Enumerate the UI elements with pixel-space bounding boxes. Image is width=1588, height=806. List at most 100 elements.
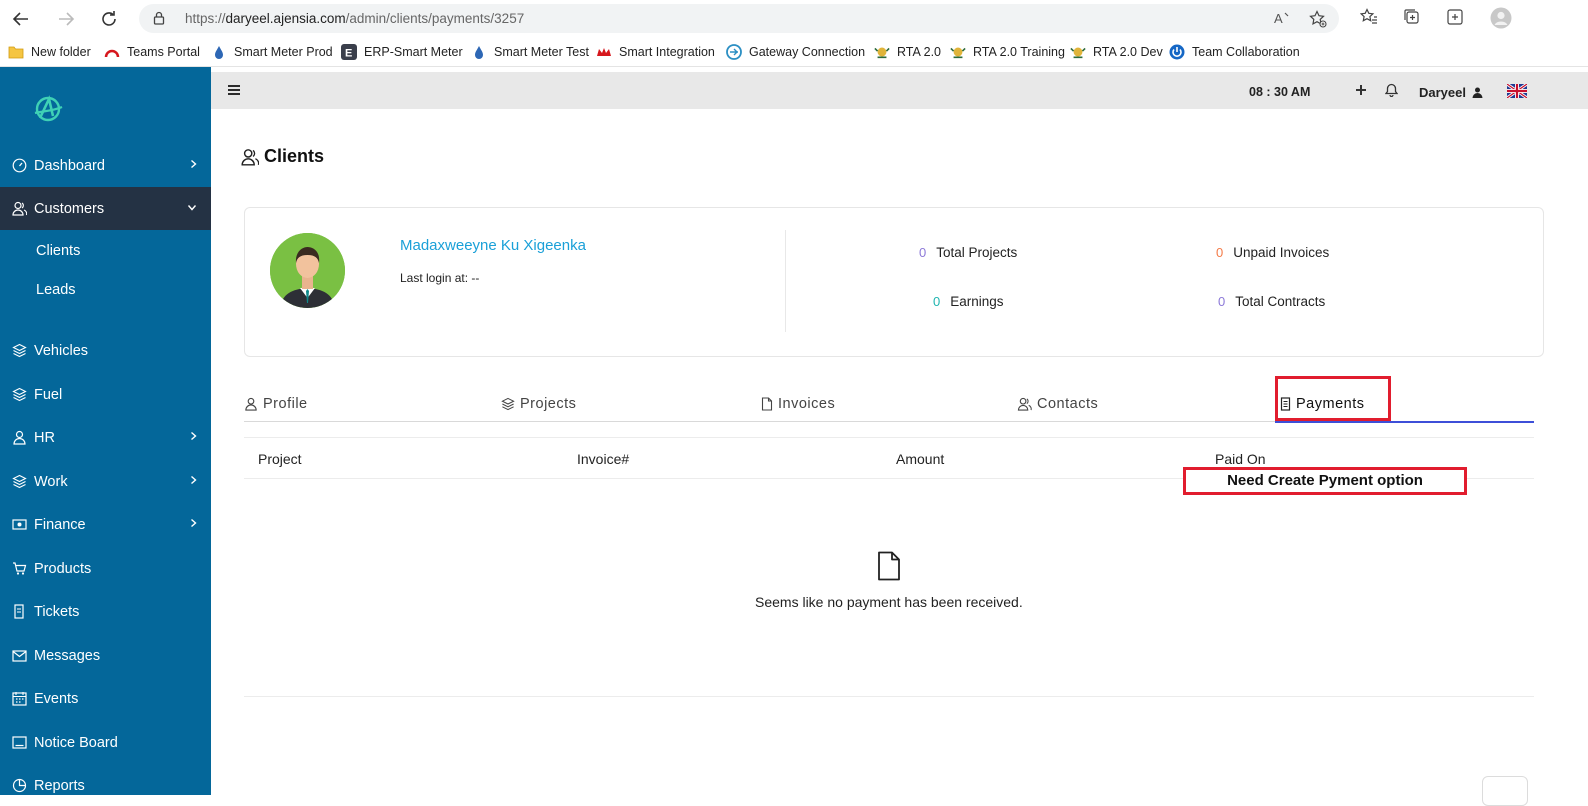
board-icon — [11, 735, 27, 751]
empty-state-message: Seems like no payment has been received. — [755, 594, 1023, 610]
bookmark-smart-meter-test[interactable]: Smart Meter Test — [471, 43, 589, 61]
chevron-right-icon — [190, 431, 197, 441]
stat-total-contracts-label: Total Contracts — [1235, 294, 1326, 309]
bookmark-smart-integration[interactable]: Smart Integration — [596, 43, 715, 61]
page-title: Clients — [241, 146, 324, 167]
sidebar-item-tickets[interactable]: Tickets — [0, 590, 211, 633]
sidebar-item-customers[interactable]: Customers — [0, 187, 211, 230]
bookmark-smart-meter-prod[interactable]: Smart Meter Prod — [211, 43, 333, 61]
address-bar[interactable]: https://daryeel.ajensia.com/admin/client… — [139, 4, 1339, 33]
teams-portal-icon — [104, 44, 120, 60]
column-header-paid-on[interactable]: Paid On — [1215, 451, 1266, 467]
sidebar-item-events[interactable]: Events — [0, 677, 211, 720]
profile-avatar-icon[interactable] — [1490, 7, 1512, 29]
refresh-icon — [102, 11, 116, 26]
user-icon — [11, 430, 27, 446]
stat-unpaid-invoices-value: 0 — [1216, 245, 1224, 260]
bookmark-new-folder[interactable]: New folder — [8, 43, 91, 61]
favorites-icon[interactable] — [1360, 8, 1378, 26]
tab-projects[interactable]: Projects — [501, 396, 576, 412]
stat-total-projects-value: 0 — [919, 245, 927, 260]
sidebar-item-messages[interactable]: Messages — [0, 634, 211, 677]
last-login-text: Last login at: -- — [400, 271, 480, 285]
stat-total-projects[interactable]: 0 Total Projects — [919, 245, 1017, 260]
sidebar-subitem-clients[interactable]: Clients — [36, 243, 80, 259]
scroll-to-top-button[interactable] — [1482, 776, 1528, 806]
stat-total-contracts-value: 0 — [1218, 294, 1226, 309]
client-avatar — [270, 233, 345, 308]
refresh-button[interactable] — [97, 7, 121, 31]
bookmark-erp-smart-meter[interactable]: E ERP-Smart Meter — [341, 43, 463, 61]
cash-icon — [11, 517, 27, 533]
users-icon — [241, 148, 259, 166]
user-icon — [244, 397, 258, 411]
mail-icon — [11, 648, 27, 664]
stat-earnings[interactable]: 0 Earnings — [933, 294, 1004, 309]
column-header-project[interactable]: Project — [258, 451, 302, 467]
stat-earnings-label: Earnings — [950, 294, 1004, 309]
annotation-callout: Need Create Pyment option — [1183, 467, 1467, 495]
power-icon — [1169, 44, 1185, 60]
add-icon[interactable] — [1355, 84, 1367, 96]
crest-icon — [1070, 44, 1086, 60]
layers-icon — [11, 343, 27, 359]
logo-icon — [34, 95, 63, 122]
tab-profile[interactable]: Profile — [244, 396, 308, 412]
sidebar-item-work[interactable]: Work — [0, 460, 211, 503]
sidebar-item-notice-board[interactable]: Notice Board — [0, 721, 211, 764]
sidebar-item-reports[interactable]: Reports — [0, 764, 211, 795]
column-header-invoice[interactable]: Invoice# — [577, 451, 629, 467]
sidebar-subitem-leads[interactable]: Leads — [36, 282, 76, 298]
read-aloud-icon[interactable]: A — [1274, 10, 1292, 26]
drop-icon — [211, 44, 227, 60]
bookmark-rta-2[interactable]: RTA 2.0 — [874, 43, 941, 61]
favorite-add-icon[interactable] — [1309, 10, 1327, 28]
bookmark-rta-2-training[interactable]: RTA 2.0 Training — [950, 43, 1065, 61]
app-logo[interactable] — [32, 94, 64, 124]
sidebar-item-finance[interactable]: Finance — [0, 503, 211, 546]
layers-icon — [11, 387, 27, 403]
sidebar-item-products[interactable]: Products — [0, 547, 211, 590]
file-icon — [761, 397, 773, 411]
sidebar-item-vehicles[interactable]: Vehicles — [0, 329, 211, 372]
client-name-link[interactable]: Madaxweeyne Ku Xigeenka — [400, 237, 586, 254]
layers-icon — [501, 397, 515, 411]
menu-toggle-icon[interactable] — [228, 85, 240, 95]
header-clock: 08 : 30 AM — [1249, 85, 1311, 99]
collections-icon[interactable] — [1403, 8, 1421, 26]
sidebar-item-fuel[interactable]: Fuel — [0, 373, 211, 416]
forward-button[interactable] — [54, 7, 78, 31]
e-badge-icon: E — [341, 44, 357, 60]
stat-unpaid-invoices[interactable]: 0 Unpaid Invoices — [1216, 245, 1329, 260]
user-menu[interactable]: Daryeel — [1419, 85, 1483, 100]
uk-flag-icon[interactable] — [1507, 84, 1527, 98]
lock-icon — [153, 11, 165, 25]
back-button[interactable] — [9, 7, 33, 31]
bookmark-gateway-connection[interactable]: Gateway Connection — [726, 43, 865, 61]
sidebar-item-dashboard[interactable]: Dashboard — [0, 144, 211, 187]
tab-contacts[interactable]: Contacts — [1017, 396, 1098, 412]
chevron-right-icon — [190, 475, 197, 485]
crest-icon — [874, 44, 890, 60]
bookmark-teams-portal[interactable]: Teams Portal — [104, 43, 200, 61]
svg-text:A: A — [1274, 11, 1283, 26]
bookmark-team-collaboration[interactable]: Team Collaboration — [1169, 43, 1300, 61]
calendar-icon — [11, 691, 27, 707]
sidebar-item-hr[interactable]: HR — [0, 416, 211, 459]
stat-total-contracts[interactable]: 0 Total Contracts — [1218, 294, 1325, 309]
url-text: https://daryeel.ajensia.com/admin/client… — [185, 11, 525, 26]
browser-toolbar: https://daryeel.ajensia.com/admin/client… — [0, 0, 1588, 37]
stat-total-projects-label: Total Projects — [936, 245, 1018, 260]
payments-tab-highlight — [1275, 376, 1391, 421]
tab-invoices[interactable]: Invoices — [761, 396, 835, 412]
gateway-icon — [726, 44, 742, 60]
column-header-amount[interactable]: Amount — [896, 451, 944, 467]
extensions-icon[interactable] — [1446, 8, 1464, 26]
notification-bell-icon[interactable] — [1385, 83, 1398, 97]
bookmark-rta-2-dev[interactable]: RTA 2.0 Dev — [1070, 43, 1163, 61]
svg-text:E: E — [345, 48, 352, 60]
active-tab-indicator — [1275, 421, 1534, 423]
table-bottom-divider — [244, 696, 1534, 697]
ticket-icon — [11, 604, 27, 620]
empty-file-icon — [877, 551, 901, 581]
